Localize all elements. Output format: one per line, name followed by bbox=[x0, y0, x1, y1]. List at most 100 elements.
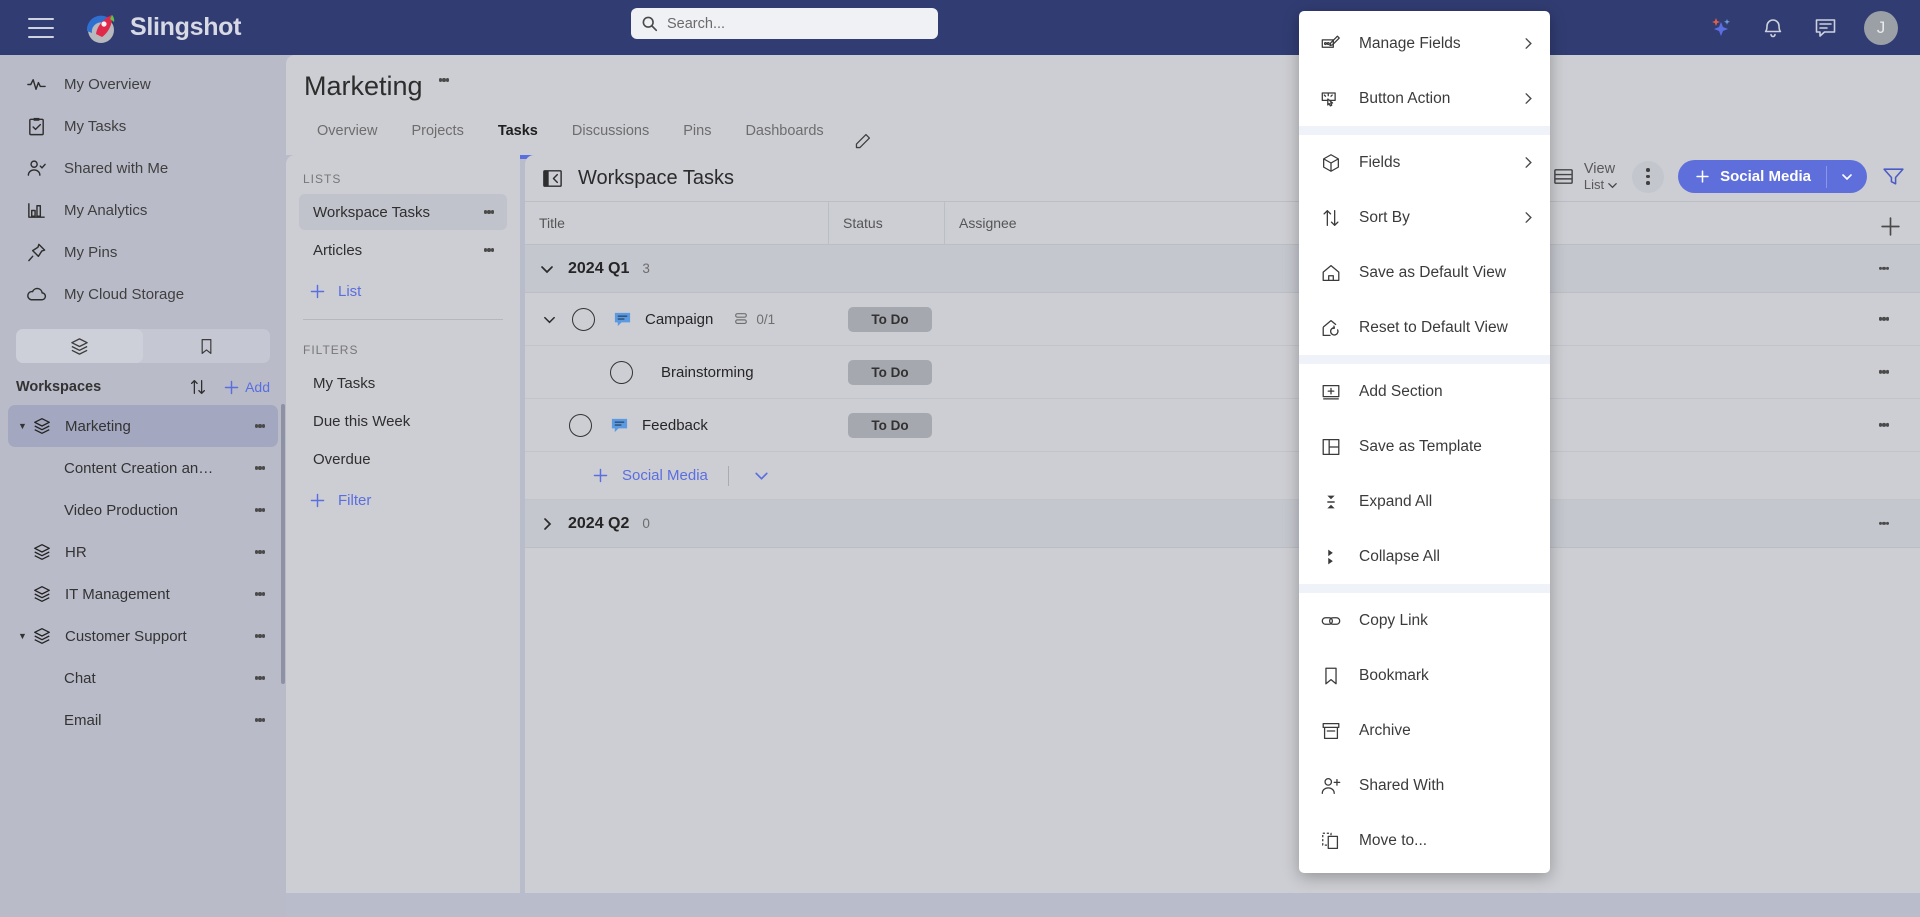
group-row-2024-q2[interactable]: 2024 Q2 0 bbox=[525, 500, 1920, 548]
workspace-more-icon[interactable] bbox=[248, 633, 272, 639]
add-filter-button[interactable]: Filter bbox=[286, 479, 520, 522]
view-selector[interactable]: View List bbox=[1552, 160, 1618, 193]
task-panel-more-button[interactable] bbox=[1632, 160, 1665, 193]
workspace-more-icon[interactable] bbox=[248, 591, 272, 597]
workspace-more-icon[interactable] bbox=[248, 423, 272, 429]
list-more-icon[interactable] bbox=[477, 247, 501, 253]
tab-overview[interactable]: Overview bbox=[300, 123, 394, 155]
sidebar-item-my-analytics[interactable]: My Analytics bbox=[0, 189, 286, 231]
list-item-workspace-tasks[interactable]: Workspace Tasks bbox=[299, 194, 507, 230]
chevron-right-icon[interactable] bbox=[539, 516, 555, 532]
pencil-icon[interactable] bbox=[853, 132, 872, 155]
menu-item-fields[interactable]: Fields bbox=[1299, 135, 1550, 190]
add-button-dropdown[interactable] bbox=[1827, 170, 1867, 184]
menu-item-button-action[interactable]: Button Action bbox=[1299, 71, 1550, 126]
row-more-icon[interactable] bbox=[1872, 369, 1896, 375]
workspace-item-customer-support[interactable]: ▼ Customer Support bbox=[8, 615, 278, 657]
group-more-icon[interactable] bbox=[1872, 265, 1896, 271]
menu-item-bookmark[interactable]: Bookmark bbox=[1299, 648, 1550, 703]
menu-item-add-section[interactable]: Add Section bbox=[1299, 364, 1550, 419]
sidebar-item-my-overview[interactable]: My Overview bbox=[0, 63, 286, 105]
table-row[interactable]: Brainstorming To Do bbox=[525, 346, 1920, 399]
column-header-title[interactable]: Title bbox=[525, 202, 829, 244]
chat-icon[interactable] bbox=[1812, 15, 1838, 41]
menu-item-save-as-template[interactable]: Save as Template bbox=[1299, 419, 1550, 474]
menu-item-move-to[interactable]: Move to... bbox=[1299, 813, 1550, 868]
tab-discussions[interactable]: Discussions bbox=[555, 123, 666, 155]
add-task-row[interactable]: Social Media bbox=[525, 452, 1920, 500]
chevron-down-icon[interactable] bbox=[535, 312, 563, 327]
list-item-articles[interactable]: Articles bbox=[299, 232, 507, 268]
ai-sparkle-icon[interactable] bbox=[1708, 15, 1734, 41]
chevron-down-icon[interactable] bbox=[753, 467, 770, 484]
sidebar-item-my-tasks[interactable]: My Tasks bbox=[0, 105, 286, 147]
task-status-circle[interactable] bbox=[572, 307, 595, 331]
avatar[interactable]: J bbox=[1864, 10, 1898, 45]
workspace-more-icon[interactable] bbox=[248, 507, 272, 513]
status-badge[interactable]: To Do bbox=[848, 412, 932, 438]
status-badge[interactable]: To Do bbox=[848, 306, 932, 332]
group-row-2024-q1[interactable]: 2024 Q1 3 bbox=[525, 245, 1920, 293]
sort-arrows-icon[interactable] bbox=[188, 377, 208, 397]
workspace-item-chat[interactable]: Chat bbox=[8, 657, 278, 699]
status-badge[interactable]: To Do bbox=[848, 359, 932, 385]
workspace-item-marketing[interactable]: ▼ Marketing bbox=[8, 405, 278, 447]
search-input[interactable] bbox=[667, 15, 928, 32]
menu-item-reset-to-default-view[interactable]: Reset to Default View bbox=[1299, 300, 1550, 355]
bookmarks-tab[interactable] bbox=[143, 329, 270, 363]
hamburger-icon[interactable] bbox=[28, 17, 54, 38]
user-check-icon bbox=[26, 158, 47, 179]
task-status-circle[interactable] bbox=[569, 413, 592, 437]
workspace-more-icon[interactable] bbox=[248, 465, 272, 471]
column-header-status[interactable]: Status bbox=[829, 202, 945, 244]
menu-item-label: Copy Link bbox=[1359, 611, 1428, 629]
add-list-button[interactable]: List bbox=[286, 270, 520, 313]
table-row[interactable]: Feedback To Do bbox=[525, 399, 1920, 452]
workspace-more-icon[interactable] bbox=[248, 549, 272, 555]
menu-item-sort-by[interactable]: Sort By bbox=[1299, 190, 1550, 245]
add-workspace-button[interactable]: Add bbox=[222, 378, 270, 397]
filter-item-due-this-week[interactable]: Due this Week bbox=[299, 403, 507, 439]
menu-item-copy-link[interactable]: Copy Link bbox=[1299, 593, 1550, 648]
sidebar-item-shared-with-me[interactable]: Shared with Me bbox=[0, 147, 286, 189]
sidebar-scrollbar[interactable] bbox=[281, 404, 285, 684]
task-status-circle[interactable] bbox=[610, 360, 633, 384]
workspace-item-hr[interactable]: HR bbox=[8, 531, 278, 573]
menu-item-archive[interactable]: Archive bbox=[1299, 703, 1550, 758]
workspace-more-icon[interactable] bbox=[248, 675, 272, 681]
menu-item-collapse-all[interactable]: Collapse All bbox=[1299, 529, 1550, 584]
menu-item-shared-with[interactable]: Shared With bbox=[1299, 758, 1550, 813]
group-more-icon[interactable] bbox=[1872, 520, 1896, 526]
chevron-down-icon[interactable]: ▼ bbox=[18, 631, 30, 641]
panel-collapse-icon[interactable] bbox=[541, 167, 564, 190]
menu-item-expand-all[interactable]: Expand All bbox=[1299, 474, 1550, 529]
add-social-media-button[interactable]: Social Media bbox=[1678, 160, 1867, 194]
filter-item-my-tasks[interactable]: My Tasks bbox=[299, 365, 507, 401]
notifications-bell-icon[interactable] bbox=[1760, 15, 1786, 41]
workspace-item-it-management[interactable]: IT Management bbox=[8, 573, 278, 615]
search-bar[interactable] bbox=[631, 8, 938, 39]
add-column-button[interactable] bbox=[1879, 215, 1902, 238]
menu-item-manage-fields[interactable]: Manage Fields bbox=[1299, 16, 1550, 71]
sidebar-item-my-cloud-storage[interactable]: My Cloud Storage bbox=[0, 273, 286, 315]
workspace-item-video-production[interactable]: Video Production bbox=[8, 489, 278, 531]
row-more-icon[interactable] bbox=[1872, 422, 1896, 428]
tab-dashboards[interactable]: Dashboards bbox=[728, 123, 840, 155]
sidebar-item-my-pins[interactable]: My Pins bbox=[0, 231, 286, 273]
tab-projects[interactable]: Projects bbox=[394, 123, 480, 155]
tab-tasks[interactable]: Tasks bbox=[481, 123, 555, 159]
menu-item-save-as-default-view[interactable]: Save as Default View bbox=[1299, 245, 1550, 300]
table-row[interactable]: Campaign 0/1 To Do bbox=[525, 293, 1920, 346]
chevron-down-icon[interactable] bbox=[539, 261, 555, 277]
list-more-icon[interactable] bbox=[477, 209, 501, 215]
workspace-item-email[interactable]: Email bbox=[8, 699, 278, 741]
filter-item-overdue[interactable]: Overdue bbox=[299, 441, 507, 477]
row-more-icon[interactable] bbox=[1872, 316, 1896, 322]
workspace-more-icon[interactable] bbox=[248, 717, 272, 723]
workspace-item-content-creation[interactable]: Content Creation an… bbox=[8, 447, 278, 489]
workspace-page-more-icon[interactable] bbox=[432, 77, 456, 83]
filter-icon[interactable] bbox=[1881, 164, 1906, 189]
workspaces-tab[interactable] bbox=[16, 329, 143, 363]
chevron-down-icon[interactable]: ▼ bbox=[18, 421, 30, 431]
tab-pins[interactable]: Pins bbox=[666, 123, 728, 155]
